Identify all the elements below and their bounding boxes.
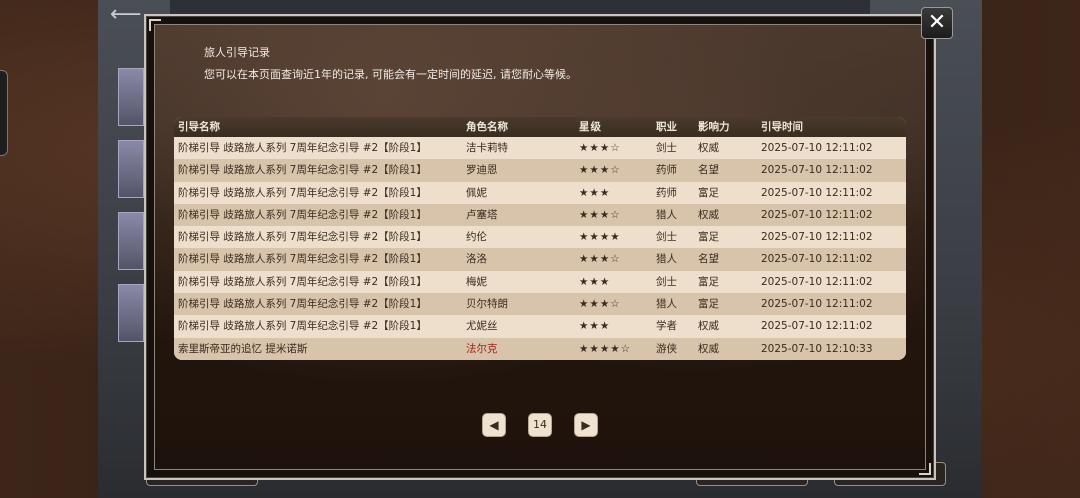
cell-guide-name: 阶梯引导 歧路旅人系列 7周年纪念引导 #2【阶段1】 — [178, 253, 427, 266]
cell-guide-time: 2025-07-10 12:11:02 — [761, 164, 873, 177]
table-row: 阶梯引导 歧路旅人系列 7周年纪念引导 #2【阶段1】 卢塞塔 ★★★☆ 猎人 权威 20… — [174, 203, 906, 227]
side-pull-tab — [0, 70, 8, 156]
cell-character-name: 洛洛 — [466, 253, 487, 266]
page-number: 14 — [528, 413, 552, 437]
cell-character-name: 尤妮丝 — [466, 320, 498, 333]
table-row: 索里斯帝亚的追忆 提米诺斯 法尔克 ★★★★☆ 游侠 权威 2025-07-10 12:1… — [174, 337, 906, 360]
cell-guide-name: 阶梯引导 歧路旅人系列 7周年纪念引导 #2【阶段1】 — [178, 142, 427, 154]
cell-guide-name: 阶梯引导 歧路旅人系列 7周年纪念引导 #2【阶段1】 — [178, 208, 427, 221]
table-row: 阶梯引导 歧路旅人系列 7周年纪念引导 #2【阶段1】 罗迪恩 ★★★☆ 药师 名望 20… — [174, 159, 906, 182]
corner-ornament — [149, 19, 161, 31]
cell-job: 猎人 — [656, 253, 677, 266]
prev-page-button[interactable]: ◀ — [482, 413, 506, 437]
cell-influence: 权威 — [698, 208, 719, 221]
portrait-thumbnail — [118, 284, 144, 342]
cell-guide-time: 2025-07-10 12:11:02 — [761, 253, 873, 266]
cell-guide-name: 阶梯引导 歧路旅人系列 7周年纪念引导 #2【阶段1】 — [178, 320, 427, 333]
table-row: 阶梯引导 歧路旅人系列 7周年纪念引导 #2【阶段1】 洁卡莉特 ★★★☆ 剑士 权威 2… — [174, 137, 906, 160]
cell-character-name: 洁卡莉特 — [466, 142, 508, 154]
cell-job: 药师 — [656, 164, 677, 177]
triangle-left-icon: ◀ — [489, 418, 499, 432]
cell-guide-time: 2025-07-10 12:11:02 — [761, 186, 873, 199]
table-row: 阶梯引导 歧路旅人系列 7周年纪念引导 #2【阶段1】 贝尔特朗 ★★★☆ 猎人 富足 2… — [174, 293, 906, 316]
cell-rarity: ★★★☆ — [579, 298, 621, 311]
cell-rarity: ★★★ — [579, 275, 611, 288]
triangle-right-icon: ▶ — [581, 418, 591, 432]
cell-guide-time: 2025-07-10 12:11:02 — [761, 298, 873, 311]
cell-rarity: ★★★☆ — [579, 253, 621, 266]
cell-influence: 富足 — [698, 186, 719, 199]
cell-rarity: ★★★ — [579, 320, 611, 333]
cell-character-name: 罗迪恩 — [466, 164, 498, 177]
cell-influence: 权威 — [698, 342, 719, 355]
cell-job: 游侠 — [656, 342, 677, 355]
header-rarity: 星级 — [579, 121, 602, 133]
cell-guide-name: 阶梯引导 歧路旅人系列 7周年纪念引导 #2【阶段1】 — [178, 275, 427, 288]
cell-guide-name: 阶梯引导 歧路旅人系列 7周年纪念引导 #2【阶段1】 — [178, 186, 427, 199]
close-button[interactable]: ✕ — [921, 7, 953, 39]
cell-job: 剑士 — [656, 142, 677, 154]
cell-guide-name: 索里斯帝亚的追忆 提米诺斯 — [178, 342, 308, 355]
background-portrait-list — [118, 68, 144, 356]
cell-rarity: ★★★☆ — [579, 142, 621, 154]
cell-rarity: ★★★☆ — [579, 164, 621, 177]
table-row: 阶梯引导 歧路旅人系列 7周年纪念引导 #2【阶段1】 约伦 ★★★★ 剑士 富足 202… — [174, 226, 906, 249]
table-row: 阶梯引导 歧路旅人系列 7周年纪念引导 #2【阶段1】 梅妮 ★★★ 剑士 富足 2025… — [174, 270, 906, 294]
portrait-thumbnail — [118, 140, 144, 198]
cell-job: 药师 — [656, 186, 677, 199]
cell-influence: 名望 — [698, 164, 719, 177]
cell-job: 剑士 — [656, 275, 677, 288]
header-guide-name: 引导名称 — [178, 121, 220, 133]
cell-character-name: 贝尔特朗 — [466, 298, 508, 311]
cell-guide-name: 阶梯引导 歧路旅人系列 7周年纪念引导 #2【阶段1】 — [178, 164, 427, 177]
cell-rarity: ★★★☆ — [579, 208, 621, 221]
dialog-title: 旅人引导记录 — [204, 46, 270, 59]
cell-guide-time: 2025-07-10 12:11:02 — [761, 231, 873, 244]
table-row: 阶梯引导 歧路旅人系列 7周年纪念引导 #2【阶段1】 洛洛 ★★★☆ 猎人 名望 202… — [174, 248, 906, 271]
cell-job: 猎人 — [656, 208, 677, 221]
cell-job: 剑士 — [656, 231, 677, 244]
portrait-thumbnail — [118, 68, 144, 126]
cell-character-name: 佩妮 — [466, 186, 487, 199]
cell-job: 学者 — [656, 320, 677, 333]
cell-character-name: 法尔克 — [466, 342, 498, 355]
header-job: 职业 — [656, 121, 677, 133]
background-title-bar — [170, 0, 870, 14]
cell-job: 猎人 — [656, 298, 677, 311]
table-row: 阶梯引导 歧路旅人系列 7周年纪念引导 #2【阶段1】 佩妮 ★★★ 药师 富足 2025… — [174, 181, 906, 204]
cell-guide-time: 2025-07-10 12:11:02 — [761, 320, 873, 333]
cell-influence: 权威 — [698, 142, 719, 154]
cell-rarity: ★★★★☆ — [579, 342, 632, 355]
portrait-thumbnail — [118, 212, 144, 270]
cell-influence: 富足 — [698, 275, 719, 288]
header-guide-time: 引导时间 — [761, 121, 803, 133]
record-table: 引导名称 角色名称 星级 职业 影响力 引导时间 阶梯引导 歧路旅人系列 7周年… — [174, 117, 906, 360]
cell-character-name: 梅妮 — [466, 275, 487, 288]
dialog-description: 您可以在本页面查询近1年的记录, 可能会有一定时间的延迟, 请您耐心等候。 — [204, 68, 577, 81]
cell-guide-time: 2025-07-10 12:10:33 — [761, 342, 873, 355]
cell-guide-name: 阶梯引导 歧路旅人系列 7周年纪念引导 #2【阶段1】 — [178, 231, 427, 244]
cell-rarity: ★★★★ — [579, 231, 621, 244]
cell-influence: 富足 — [698, 298, 719, 311]
cell-rarity: ★★★ — [579, 186, 611, 199]
cell-influence: 富足 — [698, 231, 719, 244]
cell-influence: 权威 — [698, 320, 719, 333]
cell-guide-time: 2025-07-10 12:11:02 — [761, 275, 873, 288]
cell-guide-time: 2025-07-10 12:11:02 — [761, 142, 873, 154]
header-influence: 影响力 — [698, 121, 730, 133]
cell-character-name: 约伦 — [466, 231, 487, 244]
table-header: 引导名称 角色名称 星级 职业 影响力 引导时间 — [174, 117, 906, 137]
corner-ornament — [919, 463, 931, 475]
cell-influence: 名望 — [698, 253, 719, 266]
header-character-name: 角色名称 — [466, 121, 508, 133]
cell-character-name: 卢塞塔 — [466, 208, 498, 221]
next-page-button[interactable]: ▶ — [574, 413, 598, 437]
table-row: 阶梯引导 歧路旅人系列 7周年纪念引导 #2【阶段1】 尤妮丝 ★★★ 学者 权威 202… — [174, 315, 906, 338]
cell-guide-name: 阶梯引导 歧路旅人系列 7周年纪念引导 #2【阶段1】 — [178, 298, 427, 311]
cell-guide-time: 2025-07-10 12:11:02 — [761, 208, 873, 221]
